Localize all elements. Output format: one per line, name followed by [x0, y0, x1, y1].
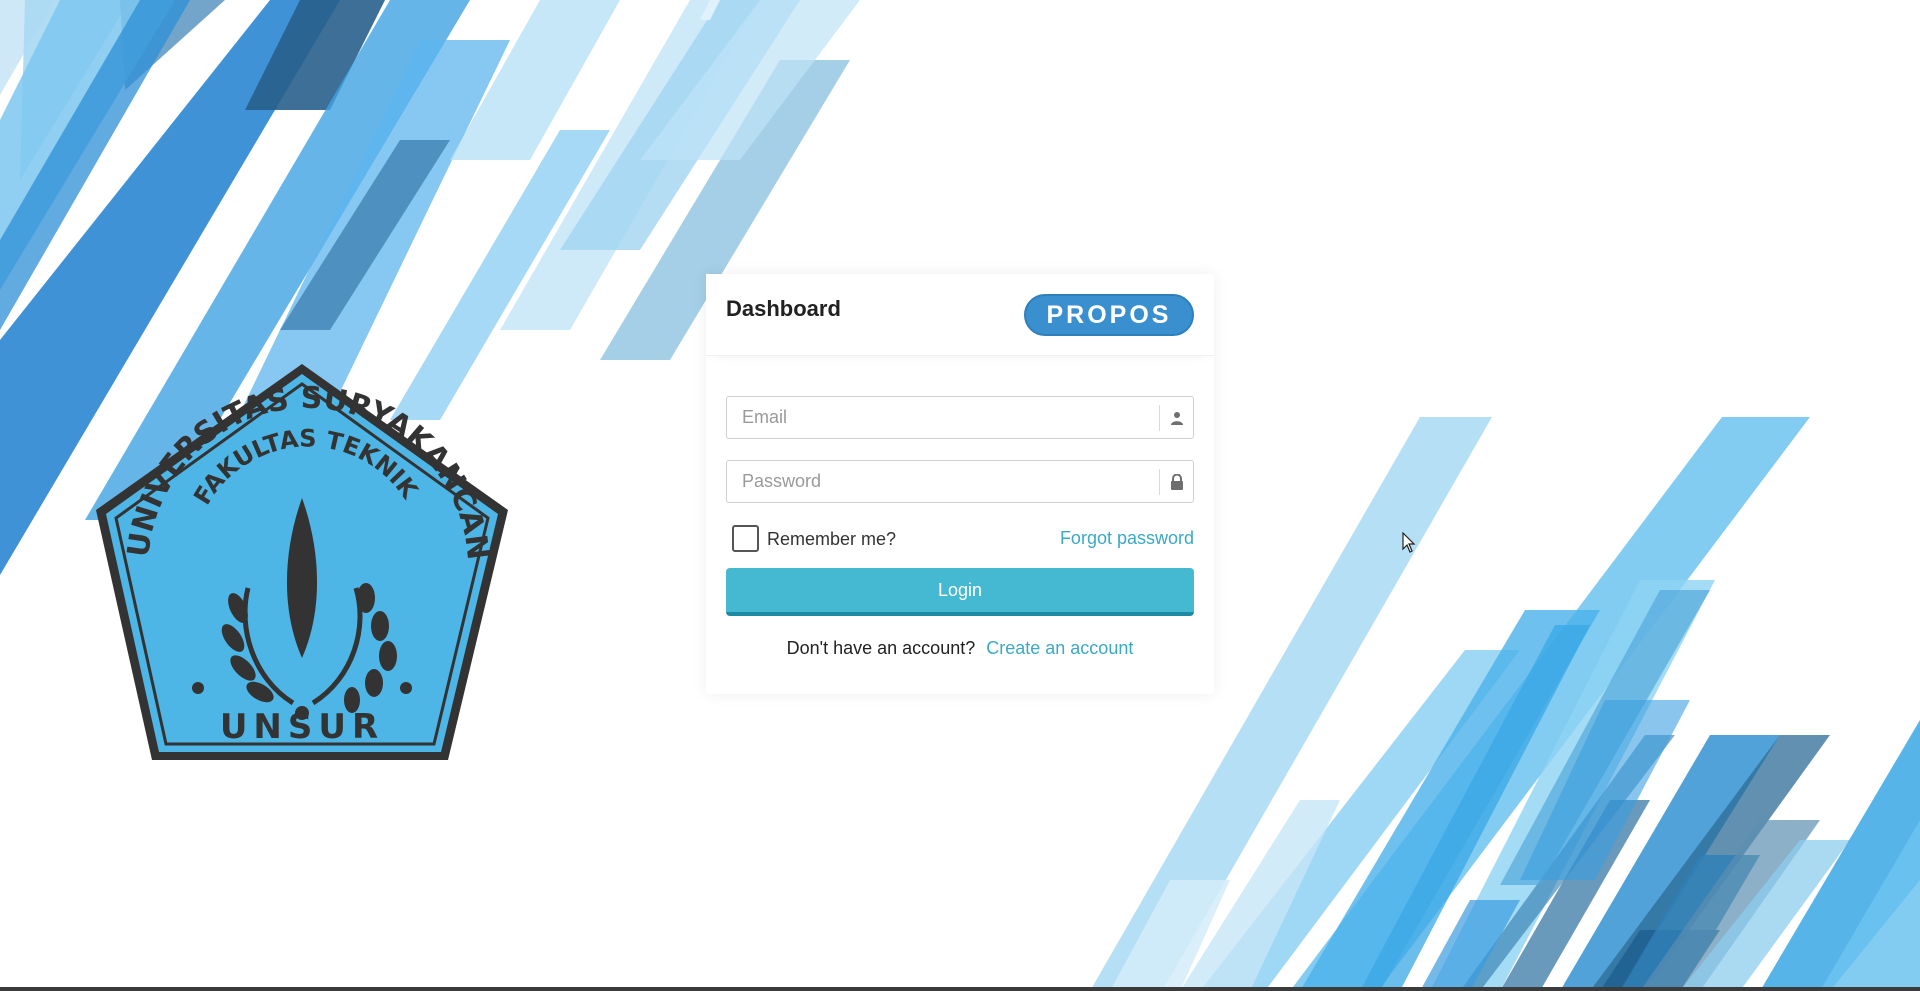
- password-field-wrapper: [726, 460, 1194, 503]
- user-icon: [1159, 405, 1193, 431]
- email-input[interactable]: [727, 397, 1193, 438]
- bottom-border: [0, 987, 1920, 991]
- card-header: Dashboard PROPOS: [706, 274, 1214, 356]
- login-page: UNIVERSITAS SURYAKANCANA FAKULTAS TEKNIK…: [0, 0, 1920, 991]
- create-account-link[interactable]: Create an account: [986, 638, 1133, 658]
- login-form: Remember me? Forgot password Login Don't…: [706, 356, 1214, 659]
- email-field-wrapper: [726, 396, 1194, 439]
- mouse-cursor-icon: [1402, 532, 1416, 553]
- login-button[interactable]: Login: [726, 568, 1194, 616]
- remember-row: Remember me? Forgot password: [726, 522, 1194, 556]
- university-emblem: UNIVERSITAS SURYAKANCANA FAKULTAS TEKNIK…: [88, 358, 508, 760]
- remember-label[interactable]: Remember me?: [767, 529, 896, 550]
- remember-checkbox[interactable]: [732, 525, 759, 552]
- card-title: Dashboard: [726, 296, 841, 321]
- password-input[interactable]: [727, 461, 1193, 502]
- login-card: Dashboard PROPOS Email Remember me? Forg…: [706, 274, 1214, 694]
- emblem-bottom-text: UNSUR: [220, 707, 384, 747]
- lock-icon: [1159, 469, 1193, 495]
- brand-logo: PROPOS: [1024, 294, 1194, 336]
- signup-row: Don't have an account? Create an account: [726, 638, 1194, 659]
- forgot-password-link[interactable]: Forgot password: [1060, 528, 1194, 549]
- no-account-text: Don't have an account?: [786, 638, 976, 658]
